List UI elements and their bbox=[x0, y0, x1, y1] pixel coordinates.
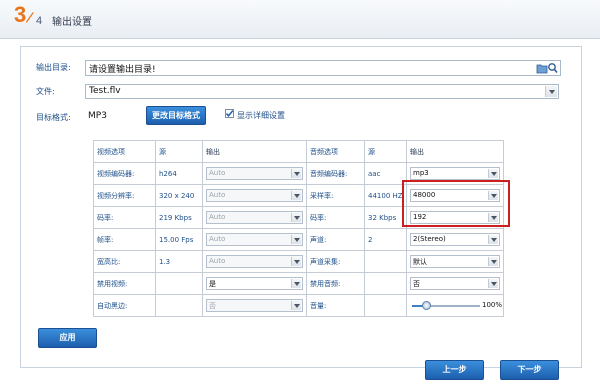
header-video-output: 输出 bbox=[202, 140, 307, 163]
channel-capture-select[interactable]: 默认 bbox=[410, 255, 500, 268]
settings-table: 视频选项 源 输出 音频选项 源 输出 视频编码器: h264 Auto 音频编… bbox=[93, 140, 504, 317]
auto-letterbox-value: 否 bbox=[209, 302, 216, 310]
chevron-down-icon[interactable] bbox=[291, 279, 301, 288]
table-row: 宽高比: 1.3 Auto 声道采集: 默认 bbox=[93, 250, 504, 273]
output-dir-field[interactable]: 请设置输出目录! bbox=[85, 60, 561, 76]
sample-rate-source: 44100 HZ bbox=[364, 184, 407, 207]
video-codec-source: h264 bbox=[155, 162, 203, 185]
channels-source: 2 bbox=[364, 228, 407, 251]
page-title: 输出设置 bbox=[52, 17, 92, 28]
volume-value: 100% bbox=[482, 300, 503, 309]
audio-codec-label: 音频编码器: bbox=[306, 162, 365, 185]
aspect-ratio-source: 1.3 bbox=[155, 250, 203, 273]
chevron-down-icon[interactable] bbox=[488, 257, 498, 266]
volume-label: 音量: bbox=[306, 294, 365, 317]
table-row: 帧率: 15.00 Fps Auto 声道: 2 2(Stereo) bbox=[93, 228, 504, 251]
auto-letterbox-label: 自动黑边: bbox=[93, 294, 156, 317]
step-indicator: 3 / 4 bbox=[14, 2, 46, 34]
channel-capture-label: 声道采集: bbox=[306, 250, 365, 273]
change-format-button[interactable]: 更改目标格式 bbox=[146, 106, 206, 125]
audio-codec-value: mp3 bbox=[413, 169, 429, 177]
volume-control: 100% bbox=[410, 300, 503, 312]
header-video-options: 视频选项 bbox=[93, 140, 156, 163]
video-codec-label: 视频编码器: bbox=[93, 162, 156, 185]
table-row: 禁用视频: 是 禁用音频: 否 bbox=[93, 272, 504, 295]
audio-codec-select[interactable]: mp3 bbox=[410, 167, 500, 180]
chevron-down-icon[interactable] bbox=[291, 169, 301, 178]
audio-bitrate-source: 32 Kbps bbox=[364, 206, 407, 229]
header-video-source: 源 bbox=[155, 140, 203, 163]
wizard-header: 3 / 4 输出设置 bbox=[0, 0, 600, 39]
chevron-down-icon[interactable] bbox=[488, 169, 498, 178]
file-value: Test.flv bbox=[89, 86, 121, 96]
output-dir-label: 输出目录: bbox=[36, 63, 71, 72]
chevron-down-icon[interactable] bbox=[291, 213, 301, 222]
volume-source bbox=[364, 294, 407, 317]
auto-letterbox-select[interactable]: 否 bbox=[206, 299, 303, 312]
video-bitrate-label: 码率: bbox=[93, 206, 156, 229]
video-codec-select[interactable]: Auto bbox=[206, 167, 303, 180]
file-label: 文件: bbox=[36, 87, 55, 96]
video-resolution-value: Auto bbox=[209, 191, 226, 199]
audio-bitrate-label: 码率: bbox=[306, 206, 365, 229]
aspect-ratio-label: 宽高比: bbox=[93, 250, 156, 273]
video-bitrate-source: 219 Kbps bbox=[155, 206, 203, 229]
aspect-ratio-value: Auto bbox=[209, 257, 226, 265]
channels-label: 声道: bbox=[306, 228, 365, 251]
table-row: 自动黑边: 否 音量: 100% bbox=[93, 294, 504, 317]
channel-capture-value: 默认 bbox=[413, 258, 427, 266]
highlight-box bbox=[402, 180, 510, 227]
folder-search-icon[interactable] bbox=[536, 62, 558, 74]
disable-audio-select[interactable]: 否 bbox=[410, 277, 500, 290]
disable-video-label: 禁用视频: bbox=[93, 272, 156, 295]
video-resolution-select[interactable]: Auto bbox=[206, 189, 303, 202]
sample-rate-label: 采样率: bbox=[306, 184, 365, 207]
disable-video-source bbox=[155, 272, 203, 295]
disable-video-select[interactable]: 是 bbox=[206, 277, 303, 290]
next-button[interactable]: 下一步 bbox=[500, 360, 559, 380]
header-audio-source: 源 bbox=[364, 140, 407, 163]
chevron-down-icon[interactable] bbox=[488, 279, 498, 288]
video-bitrate-select[interactable]: Auto bbox=[206, 211, 303, 224]
audio-codec-source: aac bbox=[364, 162, 407, 185]
channels-select[interactable]: 2(Stereo) bbox=[410, 233, 500, 246]
table-header-row: 视频选项 源 输出 音频选项 源 输出 bbox=[93, 140, 504, 163]
video-resolution-label: 视频分辨率: bbox=[93, 184, 156, 207]
chevron-down-icon[interactable] bbox=[291, 257, 301, 266]
step-total: 4 bbox=[36, 15, 43, 27]
aspect-ratio-select[interactable]: Auto bbox=[206, 255, 303, 268]
channels-value: 2(Stereo) bbox=[413, 235, 446, 243]
show-details-checkbox[interactable] bbox=[225, 109, 234, 118]
disable-audio-value: 否 bbox=[413, 280, 420, 288]
chevron-down-icon[interactable] bbox=[545, 86, 557, 97]
checkmark-icon bbox=[225, 110, 234, 117]
chevron-down-icon[interactable] bbox=[488, 235, 498, 244]
chevron-down-icon[interactable] bbox=[291, 235, 301, 244]
disable-audio-source bbox=[364, 272, 407, 295]
target-format-value: MP3 bbox=[88, 111, 107, 121]
channel-capture-source bbox=[364, 250, 407, 273]
show-details-label: 显示详细设置 bbox=[237, 111, 285, 120]
target-format-label: 目标格式: bbox=[36, 113, 71, 122]
file-select[interactable]: Test.flv bbox=[85, 84, 559, 99]
frame-rate-select[interactable]: Auto bbox=[206, 233, 303, 246]
video-codec-value: Auto bbox=[209, 169, 226, 177]
apply-button[interactable]: 应用 bbox=[38, 328, 97, 348]
output-dir-value: 请设置输出目录! bbox=[89, 65, 156, 75]
frame-rate-label: 帧率: bbox=[93, 228, 156, 251]
header-audio-options: 音频选项 bbox=[306, 140, 365, 163]
frame-rate-value: Auto bbox=[209, 235, 226, 243]
video-bitrate-value: Auto bbox=[209, 213, 226, 221]
prev-button[interactable]: 上一步 bbox=[425, 360, 484, 380]
disable-video-value: 是 bbox=[209, 280, 216, 288]
header-audio-output: 输出 bbox=[406, 140, 504, 163]
disable-audio-label: 禁用音频: bbox=[306, 272, 365, 295]
frame-rate-source: 15.00 Fps bbox=[155, 228, 203, 251]
auto-letterbox-source bbox=[155, 294, 203, 317]
chevron-down-icon[interactable] bbox=[291, 191, 301, 200]
video-resolution-source: 320 x 240 bbox=[155, 184, 203, 207]
chevron-down-icon[interactable] bbox=[291, 301, 301, 310]
volume-slider-thumb[interactable] bbox=[422, 300, 431, 310]
